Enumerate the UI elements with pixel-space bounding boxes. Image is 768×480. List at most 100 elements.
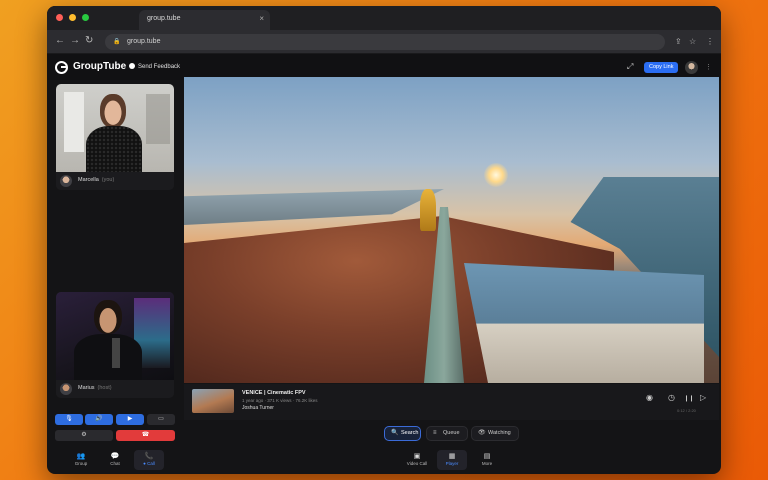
doges-palace [464, 263, 704, 383]
next-icon[interactable]: ▷ [700, 393, 706, 402]
call-icon: 📞 [144, 453, 154, 460]
participant-name: Marius [78, 385, 95, 391]
tab-watching[interactable]: 👁 Watching [471, 426, 519, 441]
video-time: 0:12 / 2:20 [677, 408, 696, 413]
marius-avatar [60, 383, 72, 395]
browser-menu-icon[interactable]: ⋮ [706, 37, 714, 46]
participant-label: Marcella (you) [56, 172, 174, 190]
expand-icon[interactable]: ⤢ [627, 62, 633, 72]
golden-angel-statue [420, 189, 436, 231]
participant-tag: (you) [101, 177, 115, 183]
nav-group[interactable]: 👥 Group [66, 450, 96, 470]
nav-call[interactable]: 📞 ● Call [134, 450, 164, 470]
tab-close-icon[interactable]: × [259, 14, 264, 23]
participant-tile-marius[interactable]: Marius (host) [56, 292, 174, 398]
grouptube-logo-icon [55, 61, 68, 74]
reload-icon[interactable]: ↻ [85, 36, 93, 46]
video-player[interactable] [184, 77, 719, 383]
speaker-button[interactable]: 🔊 [85, 414, 113, 425]
participant-label: Marius (host) [56, 380, 174, 398]
video-channel[interactable]: Joshua Turner [242, 405, 274, 411]
pause-icon[interactable]: ❙❙ [684, 395, 694, 402]
visibility-icon[interactable]: ◉ [646, 393, 653, 402]
screen-share-icon: ▭ [158, 416, 164, 422]
address-toolbar: ← → ↻ 🔒 group.tube ⇪ ☆ ⋮ [47, 30, 721, 54]
minimize-window-dot[interactable] [69, 14, 76, 21]
nav-chat[interactable]: 💬 Chat [100, 450, 130, 470]
nav-more[interactable]: ▤ More [472, 450, 502, 470]
video-call-icon: ▣ [413, 453, 421, 460]
mic-button[interactable]: 🎙 [55, 414, 83, 425]
lagoon [184, 189, 444, 225]
brand-name: GroupTube [73, 61, 127, 72]
participant-tile-marcella[interactable]: Marcella (you) [56, 84, 174, 190]
feedback-icon [129, 63, 135, 69]
queue-icon: ≡ [433, 430, 437, 436]
star-icon[interactable]: ☆ [689, 37, 696, 46]
send-feedback-label: Send Feedback [138, 64, 181, 70]
marcella-avatar [60, 175, 72, 187]
tab-search[interactable]: 🔍 Search [384, 426, 421, 441]
marcella-body [86, 126, 142, 172]
group-icon: 👥 [76, 453, 86, 460]
nav-label: ● Call [143, 461, 155, 466]
nav-label: More [481, 461, 493, 466]
lock-icon: 🔒 [113, 39, 121, 45]
player-icon: ▦ [448, 453, 456, 460]
url-text: group.tube [127, 38, 161, 45]
nav-label: Video Call [406, 461, 428, 466]
copy-link-button[interactable]: Copy Link [644, 62, 679, 73]
camera-button[interactable]: ▶ [116, 414, 144, 425]
settings-icon: ⚙ [81, 432, 87, 438]
user-avatar[interactable] [685, 61, 698, 74]
tab-label: Queue [443, 430, 460, 436]
tab-label: Search [401, 430, 419, 436]
hangup-icon: ☎ [141, 432, 150, 438]
nav-label: Chat [110, 461, 120, 466]
video-meta: 1 year ago · 371 K views · 76.2K likes [242, 398, 318, 403]
marcella-face [100, 94, 126, 128]
hangup-button[interactable]: ☎ [116, 430, 175, 441]
nav-player[interactable]: ▦ Player [437, 450, 467, 470]
sunset [484, 163, 508, 187]
send-feedback-button[interactable]: Send Feedback [129, 63, 180, 70]
participant-video-marcella [56, 84, 174, 172]
microphone-prop [112, 338, 120, 368]
mic-icon: 🎙 [65, 416, 73, 422]
browser-tab[interactable]: group.tube × [139, 10, 270, 30]
video-title[interactable]: VENICE | Cinematic FPV [242, 390, 306, 396]
timer-icon[interactable]: ◷ [668, 393, 675, 402]
chat-icon: 💬 [110, 453, 120, 460]
tab-title: group.tube [147, 15, 181, 22]
video-info-bar: VENICE | Cinematic FPV 1 year ago · 371 … [184, 384, 719, 420]
window-backdrop [64, 92, 84, 152]
more-icon: ▤ [483, 453, 491, 460]
shelf-backdrop [146, 94, 170, 144]
nav-label: Group [74, 461, 88, 466]
tab-strip: group.tube × [47, 6, 721, 30]
participant-tag: (host) [97, 385, 112, 391]
back-icon[interactable]: ← [55, 36, 65, 46]
tab-label: Watching [488, 430, 511, 436]
speaker-icon: 🔊 [95, 416, 103, 422]
share-icon[interactable]: ⇪ [675, 37, 682, 46]
camera-icon: ▶ [127, 416, 133, 422]
window-controls [56, 14, 89, 21]
watching-icon: 👁 [478, 430, 486, 436]
marius-face [94, 300, 122, 334]
participant-name: Marcella [78, 177, 99, 183]
search-icon: 🔍 [391, 430, 399, 436]
settings-button[interactable]: ⚙ [55, 430, 113, 441]
app-menu-icon[interactable]: ⋮ [705, 63, 712, 71]
nav-label: Player [445, 461, 459, 466]
video-thumbnail[interactable] [192, 389, 234, 413]
screen-share-button[interactable]: ▭ [147, 414, 175, 425]
maximize-window-dot[interactable] [82, 14, 89, 21]
close-window-dot[interactable] [56, 14, 63, 21]
forward-icon[interactable]: → [70, 36, 80, 46]
participant-video-marius [56, 292, 174, 380]
marius-body [74, 334, 142, 380]
url-bar[interactable]: 🔒 group.tube [105, 34, 665, 50]
nav-video-call[interactable]: ▣ Video Call [402, 450, 432, 470]
tab-queue[interactable]: ≡ Queue [426, 426, 468, 441]
